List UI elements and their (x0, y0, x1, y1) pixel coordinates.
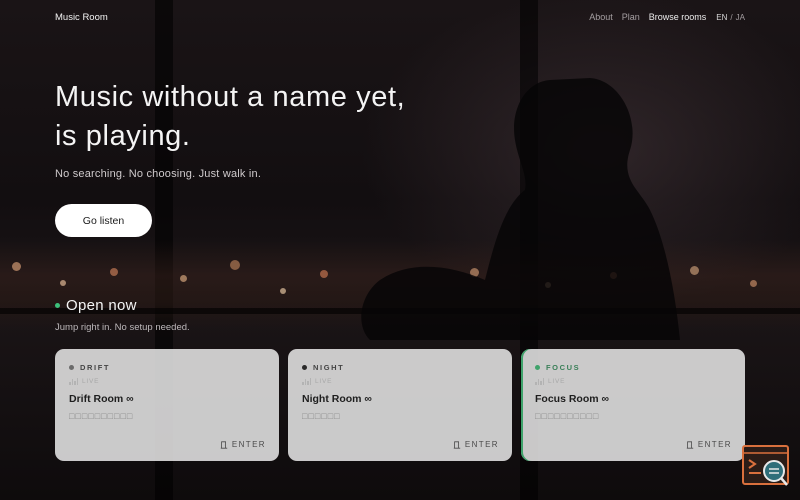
nav-links: About Plan Browse rooms EN / JA (589, 12, 745, 22)
room-tag: FOCUS (535, 363, 732, 372)
enter-button[interactable]: ENTER (453, 440, 499, 449)
open-now-subtitle: Jump right in. No setup needed. (55, 322, 190, 333)
enter-button[interactable]: ENTER (220, 440, 266, 449)
hero-title: Music without a name yet, is playing. (55, 78, 405, 156)
go-listen-button[interactable]: Go listen (55, 204, 152, 237)
live-label: LIVE (315, 378, 333, 385)
nav-link-about[interactable]: About (589, 12, 613, 22)
equalizer-icon (535, 378, 544, 385)
terminal-search-icon[interactable] (742, 445, 789, 487)
tag-dot (302, 365, 307, 370)
live-indicator: LIVE (302, 378, 499, 385)
room-card-focus[interactable]: FOCUS LIVE Focus Room ∞ □□□□□□□□□□ ENTER (521, 349, 745, 461)
room-blurb: □□□□□□ (302, 411, 341, 421)
room-tag-label: DRIFT (80, 363, 111, 372)
door-icon (220, 440, 228, 449)
live-indicator: LIVE (69, 378, 266, 385)
room-tag-label: NIGHT (313, 363, 345, 372)
language-switcher: EN / JA (716, 13, 745, 22)
room-card-night[interactable]: NIGHT LIVE Night Room ∞ □□□□□□ ENTER (288, 349, 512, 461)
open-now-heading: Open now (55, 297, 137, 314)
room-blurb: □□□□□□□□□□ (69, 411, 134, 421)
top-nav: Music Room About Plan Browse rooms EN / … (55, 10, 745, 24)
room-blurb: □□□□□□□□□□ (535, 411, 600, 421)
open-now-title: Open now (66, 297, 137, 314)
room-card-drift[interactable]: DRIFT LIVE Drift Room ∞ □□□□□□□□□□ ENTER (55, 349, 279, 461)
room-tag-label: FOCUS (546, 363, 581, 372)
door-icon (453, 440, 461, 449)
live-indicator: LIVE (535, 378, 732, 385)
tag-dot (69, 365, 74, 370)
enter-label: ENTER (464, 440, 499, 449)
room-name: Drift Room ∞ (69, 393, 134, 405)
brand-logo[interactable]: Music Room (55, 12, 108, 23)
nav-link-browse-rooms[interactable]: Browse rooms (649, 12, 707, 22)
lang-separator: / (730, 12, 733, 22)
landing-page: Music Room About Plan Browse rooms EN / … (0, 0, 800, 500)
hero-title-line1: Music without a name yet, (55, 81, 406, 113)
lang-en[interactable]: EN (716, 13, 727, 22)
room-name: Night Room ∞ (302, 393, 372, 405)
lang-ja[interactable]: JA (736, 13, 745, 22)
enter-label: ENTER (231, 440, 266, 449)
room-cards: DRIFT LIVE Drift Room ∞ □□□□□□□□□□ ENTER… (55, 349, 745, 461)
live-label: LIVE (82, 378, 100, 385)
room-tag: NIGHT (302, 363, 499, 372)
room-tag: DRIFT (69, 363, 266, 372)
room-name: Focus Room ∞ (535, 393, 609, 405)
live-dot (55, 303, 60, 308)
nav-link-plan[interactable]: Plan (622, 12, 640, 22)
equalizer-icon (302, 378, 311, 385)
enter-label: ENTER (697, 440, 732, 449)
hero: Music without a name yet, is playing. No… (55, 78, 405, 180)
tag-dot (535, 365, 540, 370)
door-icon (686, 440, 694, 449)
enter-button[interactable]: ENTER (686, 440, 732, 449)
hero-title-line2: is playing. (55, 120, 191, 152)
live-label: LIVE (548, 378, 566, 385)
equalizer-icon (69, 378, 78, 385)
hero-subtitle: No searching. No choosing. Just walk in. (55, 168, 262, 180)
